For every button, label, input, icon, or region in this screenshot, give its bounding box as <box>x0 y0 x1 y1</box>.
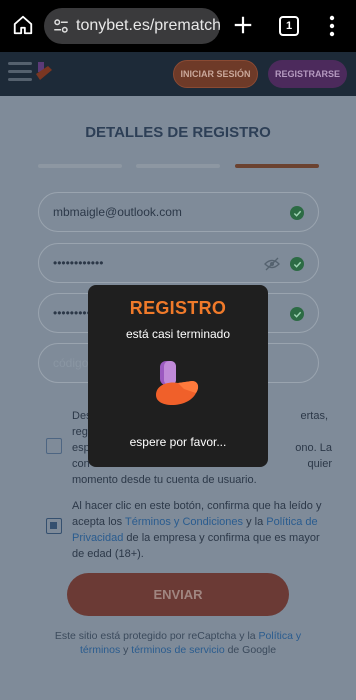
url-text: tonybet.es/prematch <box>76 17 220 34</box>
captcha-text-2: y <box>120 644 132 656</box>
home-icon[interactable] <box>12 14 34 36</box>
terms-link[interactable]: Términos y Condiciones <box>125 516 243 528</box>
captcha-text-3: de Google <box>224 644 277 656</box>
modal-title: REGISTRO <box>129 298 227 318</box>
browser-toolbar: tonybet.es/prematch 1 <box>0 0 356 52</box>
show-password-icon[interactable] <box>264 257 280 271</box>
logo-icon[interactable] <box>34 60 54 84</box>
address-bar[interactable]: tonybet.es/prematch <box>44 8 220 44</box>
offers-text-line5: momento desde tu cuenta de usuario. <box>72 474 257 486</box>
page-title: DETALLES DE REGISTRO <box>85 124 271 141</box>
register-button[interactable]: REGISTRARSE <box>268 60 347 88</box>
tab-switcher-button[interactable]: 1 <box>279 16 299 36</box>
check-icon <box>290 206 304 220</box>
site-header: INICIAR SESIÓN REGISTRARSE <box>0 52 356 96</box>
login-button[interactable]: INICIAR SESIÓN <box>173 60 258 88</box>
offers-text-line1b: ertas, <box>300 410 328 422</box>
email-field[interactable]: mbmaigle@outlook.com <box>38 192 319 232</box>
offers-text-line3b: ono. La <box>295 442 332 454</box>
modal-subtitle: está casi terminado <box>125 327 231 341</box>
site-settings-icon[interactable] <box>52 17 70 35</box>
captcha-text-1: Este sitio está protegido por reCaptcha … <box>54 630 259 642</box>
offers-text-line2: reg <box>72 426 88 438</box>
check-icon <box>290 257 304 271</box>
new-tab-icon[interactable] <box>232 14 254 36</box>
loading-logo-icon <box>156 361 199 405</box>
progress-step-1 <box>38 164 122 168</box>
more-menu-icon[interactable] <box>326 15 338 37</box>
password-field[interactable]: •••••••••••• <box>38 243 319 283</box>
progress-step-3 <box>235 164 319 168</box>
email-value: mbmaigle@outlook.com <box>53 205 182 219</box>
recaptcha-notice: Este sitio está protegido por reCaptcha … <box>50 629 306 657</box>
modal-wait-text: espere por favor... <box>129 435 227 449</box>
offers-checkbox[interactable] <box>46 438 62 454</box>
offers-text-line4b: quier <box>307 458 332 470</box>
check-icon <box>290 307 304 321</box>
progress-step-2 <box>136 164 220 168</box>
captcha-terms-link[interactable]: términos de servicio <box>131 644 224 656</box>
submit-button[interactable]: ENVIAR <box>67 573 289 616</box>
terms-checkbox[interactable] <box>46 518 62 534</box>
menu-icon[interactable] <box>8 62 32 82</box>
terms-text-2: y la <box>243 516 267 528</box>
registration-loading-modal: REGISTRO está casi terminado espere por … <box>88 285 268 467</box>
terms-consent-text: Al hacer clic en este botón, confirma qu… <box>72 498 332 562</box>
